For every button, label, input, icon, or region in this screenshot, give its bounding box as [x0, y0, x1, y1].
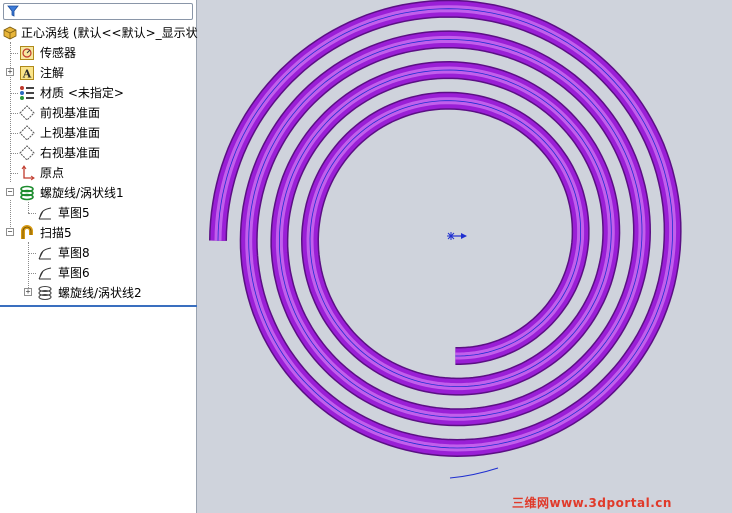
graphics-viewport[interactable]: [198, 0, 732, 513]
origin-marker-icon: [447, 232, 467, 240]
tree-item-label: 右视基准面: [40, 146, 101, 160]
tree-item-helix1[interactable]: − 螺旋线/涡状线1: [0, 183, 197, 203]
tree-item-label: 草图6: [58, 266, 90, 280]
sketch-icon: [38, 207, 52, 220]
sweep-icon: [21, 225, 33, 239]
helix-icon: [20, 185, 34, 201]
spiral-model: [209, 0, 682, 479]
material-icon: [20, 86, 34, 100]
tree-item-origin[interactable]: 原点: [0, 163, 197, 183]
annotation-icon: A: [20, 66, 34, 81]
tree-item-sensors[interactable]: 传感器: [0, 43, 197, 63]
spiral-path-tail: [449, 467, 499, 479]
watermark: 三维网www.3dportal.cn: [512, 496, 672, 510]
tree-item-label: 扫描5: [40, 226, 72, 240]
svg-text:A: A: [22, 68, 32, 81]
tree-item-label: 材质 <未指定>: [40, 86, 124, 100]
sensor-icon: [20, 46, 34, 60]
plane-icon: [19, 125, 35, 141]
tree-item-label: 原点: [40, 166, 65, 180]
sketch-icon: [38, 247, 52, 260]
plane-icon: [19, 105, 35, 121]
tree-item-label: 螺旋线/涡状线1: [40, 186, 124, 200]
expand-toggle[interactable]: +: [24, 288, 32, 296]
tree-item-front-plane[interactable]: 前视基准面: [0, 103, 197, 123]
tree-item-label: 前视基准面: [40, 106, 101, 120]
tree-item-label: 螺旋线/涡状线2: [58, 286, 142, 300]
sketch-icon: [38, 267, 52, 280]
tree-item-label: 传感器: [40, 46, 77, 60]
filter-icon[interactable]: [7, 5, 19, 17]
tree-item-right-plane[interactable]: 右视基准面: [0, 143, 197, 163]
tree-item-sketch6[interactable]: 草图6: [0, 263, 197, 283]
tree-item-top-plane[interactable]: 上视基准面: [0, 123, 197, 143]
part-icon: [3, 26, 17, 40]
tree-item-helix2[interactable]: + 螺旋线/涡状线2: [0, 283, 197, 303]
tree-item-material[interactable]: 材质 <未指定>: [0, 83, 197, 103]
tree-item-label: 草图8: [58, 246, 90, 260]
tree-item-sketch5[interactable]: 草图5: [0, 203, 197, 223]
tree-item-label: 注解: [40, 66, 65, 80]
collapse-toggle[interactable]: −: [6, 228, 14, 236]
feature-manager-tree: 正心涡线 (默认<<默认>_显示状 传感器 + A 注解 材质 <未指定> 前视…: [0, 0, 198, 513]
spiral-tube: [209, 0, 682, 458]
tree-root[interactable]: 正心涡线 (默认<<默认>_显示状: [0, 23, 198, 43]
filter-bar[interactable]: [3, 3, 193, 20]
tree-item-label: 草图5: [58, 206, 90, 220]
tree-item-annotations[interactable]: + A 注解: [0, 63, 197, 83]
helix-icon: [38, 285, 52, 301]
expand-toggle[interactable]: +: [6, 68, 14, 76]
plane-icon: [19, 145, 35, 161]
tree-root-label: 正心涡线 (默认<<默认>_显示状: [21, 26, 198, 40]
tree-item-label: 上视基准面: [40, 126, 101, 140]
tree-item-sweep5[interactable]: − 扫描5: [0, 223, 197, 243]
collapse-toggle[interactable]: −: [6, 188, 14, 196]
rollback-bar[interactable]: [0, 305, 197, 307]
origin-icon: [21, 165, 35, 181]
tree-item-sketch8[interactable]: 草图8: [0, 243, 197, 263]
